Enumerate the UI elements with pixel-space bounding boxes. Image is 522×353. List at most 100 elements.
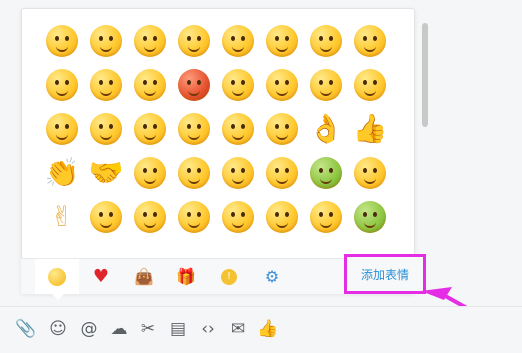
cry-icon	[266, 25, 298, 57]
emoji-sweat[interactable]	[348, 63, 392, 107]
editor-toolbar: 📎 ☺ @ ☁ ✂ ▤ ‹› ✉ 👍	[0, 306, 522, 353]
hug-icon	[90, 201, 122, 233]
emoji-swirl-eyes[interactable]	[348, 151, 392, 195]
bawl-icon	[90, 69, 122, 101]
emoji-cover-face[interactable]	[128, 151, 172, 195]
sweat-icon	[354, 69, 386, 101]
emoji-shy-hands[interactable]	[128, 195, 172, 239]
tab-settings[interactable]: ⚙	[250, 259, 294, 294]
attachment-icon[interactable]: 📎	[14, 317, 38, 341]
emoji-icon[interactable]: ☺	[46, 317, 70, 341]
thumbs-up-icon[interactable]: 👍	[256, 317, 280, 341]
emoji-shy[interactable]	[172, 19, 216, 63]
panel-pointer	[52, 294, 64, 300]
emoji-bawl[interactable]	[84, 63, 128, 107]
chuckle-icon	[178, 157, 210, 189]
heart-icon: ♥	[92, 266, 110, 287]
mail-icon[interactable]: ✉	[226, 317, 250, 341]
emoji-clap[interactable]: 👏	[40, 151, 84, 195]
at-sign-icon[interactable]: @	[77, 317, 101, 341]
eat-icon	[266, 201, 298, 233]
confused-icon	[266, 157, 298, 189]
bandage-cry-icon	[222, 157, 254, 189]
tab-favorites[interactable]: ♥	[79, 259, 123, 294]
emoji-bandage-cry[interactable]	[216, 151, 260, 195]
smile-icon	[46, 25, 78, 57]
emoji-smile[interactable]	[40, 19, 84, 63]
emoji-shock[interactable]	[216, 107, 260, 151]
queasy-icon	[354, 201, 386, 233]
smile-icon	[48, 267, 66, 286]
blush-sweat-icon	[266, 113, 298, 145]
cloud-upload-icon[interactable]: ☁	[107, 317, 131, 341]
emoji-shh[interactable]	[304, 195, 348, 239]
smirk-icon	[90, 113, 122, 145]
emoji-surprised[interactable]	[304, 63, 348, 107]
handshake-icon: 🤝	[88, 156, 124, 189]
sick-icon	[310, 157, 342, 189]
surprised-icon	[310, 69, 342, 101]
tongue-icon	[222, 69, 254, 101]
emoji-blush-sweat[interactable]	[260, 107, 304, 151]
gift-icon: 🎁	[176, 267, 196, 286]
shy-icon	[178, 25, 210, 57]
emoji-grin-teeth[interactable]	[260, 63, 304, 107]
card-icon[interactable]: ▤	[166, 317, 190, 341]
emoji-heart-eyes[interactable]	[128, 19, 172, 63]
emoji-yawn[interactable]	[40, 107, 84, 151]
emoji-queasy[interactable]	[348, 195, 392, 239]
shy-hands-icon	[134, 201, 166, 233]
emoji-dance[interactable]	[172, 195, 216, 239]
emoji-angry[interactable]	[172, 63, 216, 107]
add-emoji-button[interactable]: 添加表情	[344, 254, 426, 294]
code-icon[interactable]: ‹›	[196, 317, 220, 341]
emoji-victory[interactable]: ✌	[40, 195, 84, 239]
emoji-chuckle[interactable]	[172, 151, 216, 195]
panel-scrollbar[interactable]	[422, 23, 428, 127]
emoji-confused[interactable]	[260, 151, 304, 195]
emoji-sick[interactable]	[304, 151, 348, 195]
shock-icon	[222, 113, 254, 145]
heart-eyes-icon	[134, 25, 166, 57]
hmm-icon	[134, 113, 166, 145]
emoji-hush[interactable]	[348, 19, 392, 63]
emoji-laugh-cry[interactable]	[216, 195, 260, 239]
ok-hand-icon: 👌	[308, 112, 344, 145]
emoji-smirk[interactable]	[84, 107, 128, 151]
dance-icon	[178, 201, 210, 233]
grimace-icon	[178, 113, 210, 145]
emoji-grin[interactable]	[84, 19, 128, 63]
bulb-icon: !	[221, 268, 237, 285]
emoji-drool[interactable]	[304, 19, 348, 63]
swirl-eyes-icon	[354, 157, 386, 189]
tab-bag[interactable]: 👜	[122, 259, 166, 294]
tab-gift[interactable]: 🎁	[164, 259, 208, 294]
emoji-grimace[interactable]	[172, 107, 216, 151]
hush-icon	[354, 25, 386, 57]
emoji-ok-hand[interactable]: 👌	[304, 107, 348, 151]
gear-icon: ⚙	[264, 267, 280, 286]
drool-icon	[310, 25, 342, 57]
tab-bulb[interactable]: !	[207, 259, 251, 294]
emoji-eat[interactable]	[260, 195, 304, 239]
scissors-icon[interactable]: ✂	[136, 317, 160, 341]
emoji-grid: 👌 👍 👏 🤝 ✌	[40, 19, 392, 239]
emoji-tongue[interactable]	[216, 63, 260, 107]
clap-icon: 👏	[44, 156, 80, 189]
cover-face-icon	[134, 157, 166, 189]
emoji-handshake[interactable]: 🤝	[84, 151, 128, 195]
emoji-cool[interactable]	[216, 19, 260, 63]
emoji-hmm[interactable]	[128, 107, 172, 151]
thumbs-up-icon: 👍	[352, 112, 388, 145]
emoji-awkward[interactable]	[40, 63, 84, 107]
emoji-cry[interactable]	[260, 19, 304, 63]
shh-icon	[310, 201, 342, 233]
cool-icon	[222, 25, 254, 57]
add-emoji-label: 添加表情	[360, 267, 409, 282]
emoji-hug[interactable]	[84, 195, 128, 239]
emoji-thumbs-up[interactable]: 👍	[348, 107, 392, 151]
tab-emoji[interactable]	[35, 259, 79, 294]
dizzy-sweat-icon	[134, 69, 166, 101]
emoji-dizzy-sweat[interactable]	[128, 63, 172, 107]
bag-icon: 👜	[134, 267, 154, 286]
